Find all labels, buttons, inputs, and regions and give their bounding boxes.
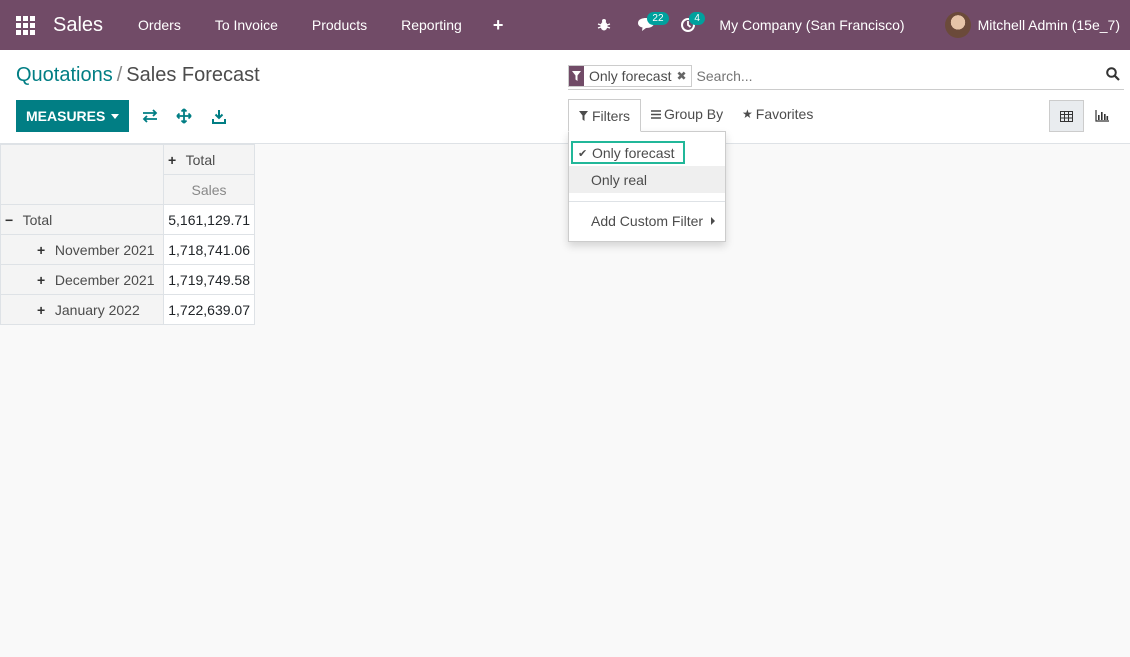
user-menu[interactable]: Mitchell Admin (15e_7) <box>944 12 1120 38</box>
star-icon: ★ <box>742 107 753 121</box>
breadcrumb-current: Sales Forecast <box>126 64 260 86</box>
chat-icon[interactable]: 22 <box>625 0 669 50</box>
breadcrumb-quotations[interactable]: Quotations <box>16 64 113 86</box>
collapse-minus-icon: − <box>5 211 14 228</box>
table-row: + January 2022 1,722,639.07 <box>0 294 255 325</box>
pivot-view-icon[interactable] <box>1049 100 1084 132</box>
filter-only-real[interactable]: Only real <box>569 166 725 193</box>
download-icon[interactable] <box>207 105 231 127</box>
menu-reporting[interactable]: Reporting <box>384 0 479 50</box>
filters-dropdown: ✔ Only forecast Only real Add Custom Fil… <box>568 131 726 242</box>
check-icon: ✔ <box>578 148 588 160</box>
pivot-corner <box>0 144 164 205</box>
groupby-button[interactable]: Group By <box>651 106 723 122</box>
pivot-col-header-label: Total <box>185 151 216 168</box>
pivot-measure-header[interactable]: Sales <box>163 174 255 205</box>
measures-label: MEASURES <box>26 108 106 124</box>
bars-icon <box>651 109 661 119</box>
facet-value: Only forecast <box>589 68 672 84</box>
systray: 22 4 My Company (San Francisco) Mitchell… <box>583 0 1130 50</box>
favorites-button[interactable]: ★ Favorites <box>742 106 813 122</box>
search-bar: Only forecast ✖ <box>568 63 1124 90</box>
pivot-cell-total[interactable]: 5,161,129.71 <box>163 204 255 235</box>
add-custom-filter-label: Add Custom Filter <box>591 212 704 229</box>
control-panel: Quotations / Sales Forecast MEASURES Only … <box>0 50 1130 144</box>
filter-only-real-label: Only real <box>591 171 648 188</box>
filters-button[interactable]: Filters <box>568 99 641 132</box>
app-brand[interactable]: Sales <box>53 14 103 37</box>
table-row: + November 2021 1,718,741.06 <box>0 234 255 265</box>
plus-icon[interactable]: + <box>479 15 518 36</box>
top-navbar: Sales Orders To Invoice Products Reporti… <box>0 0 1130 50</box>
filter-only-forecast-label: Only forecast <box>592 144 675 161</box>
bug-icon[interactable] <box>583 0 625 50</box>
avatar <box>944 12 971 38</box>
expand-all-icon[interactable] <box>172 105 196 127</box>
pivot-row-header[interactable]: + December 2021 <box>0 264 164 295</box>
activity-clock-icon[interactable]: 4 <box>667 0 709 50</box>
add-custom-filter[interactable]: Add Custom Filter <box>569 207 725 234</box>
facet-remove-icon[interactable]: ✖ <box>676 69 690 83</box>
pivot-row-header[interactable]: + January 2022 <box>0 294 164 325</box>
pivot-row-header[interactable]: + November 2021 <box>0 234 164 265</box>
apps-menu-icon[interactable] <box>0 0 50 50</box>
pivot-row-label: November 2021 <box>54 241 155 258</box>
search-input[interactable] <box>696 68 1097 84</box>
expand-plus-icon: + <box>37 241 46 258</box>
measures-button[interactable]: MEASURES <box>16 100 130 132</box>
breadcrumb-separator: / <box>116 64 123 86</box>
search-facet: Only forecast ✖ <box>568 65 692 87</box>
activities-badge: 4 <box>689 12 705 25</box>
filter-icon <box>578 110 588 121</box>
pivot-row-total-label: Total <box>22 211 53 228</box>
flip-axis-icon[interactable] <box>138 105 162 127</box>
filter-icon <box>569 66 584 86</box>
breadcrumb: Quotations / Sales Forecast <box>16 64 260 87</box>
pivot-col-header-total[interactable]: + Total <box>163 144 255 175</box>
table-row: − Total 5,161,129.71 <box>0 204 255 235</box>
table-row: + December 2021 1,719,749.58 <box>0 264 255 295</box>
groupby-label: Group By <box>664 106 724 122</box>
messages-badge: 22 <box>647 12 669 25</box>
search-icon[interactable] <box>1106 67 1120 84</box>
pivot-row-header-total[interactable]: − Total <box>0 204 164 235</box>
menu-to-invoice[interactable]: To Invoice <box>198 0 295 50</box>
dropdown-divider <box>569 201 725 202</box>
pivot-row-label: January 2022 <box>54 301 140 318</box>
filters-label: Filters <box>591 107 631 124</box>
company-switcher[interactable]: My Company (San Francisco) <box>719 17 904 33</box>
expand-plus-icon: + <box>168 151 177 168</box>
user-name: Mitchell Admin (15e_7) <box>977 17 1120 33</box>
pivot-cell[interactable]: 1,722,639.07 <box>163 294 255 325</box>
caret-right-icon <box>711 216 716 225</box>
pivot-cell[interactable]: 1,718,741.06 <box>163 234 255 265</box>
expand-plus-icon: + <box>37 301 46 318</box>
pivot-cell[interactable]: 1,719,749.58 <box>163 264 255 295</box>
menu-orders[interactable]: Orders <box>121 0 198 50</box>
graph-view-icon[interactable] <box>1084 100 1119 132</box>
caret-down-icon <box>111 113 120 119</box>
filter-only-forecast[interactable]: ✔ Only forecast <box>571 141 685 164</box>
pivot-table: + Total Sales − Total 5,161,129.71 + Nov… <box>0 144 255 325</box>
expand-plus-icon: + <box>37 271 46 288</box>
pivot-row-label: December 2021 <box>54 271 155 288</box>
menu-products[interactable]: Products <box>295 0 384 50</box>
favorites-label: Favorites <box>755 106 814 122</box>
